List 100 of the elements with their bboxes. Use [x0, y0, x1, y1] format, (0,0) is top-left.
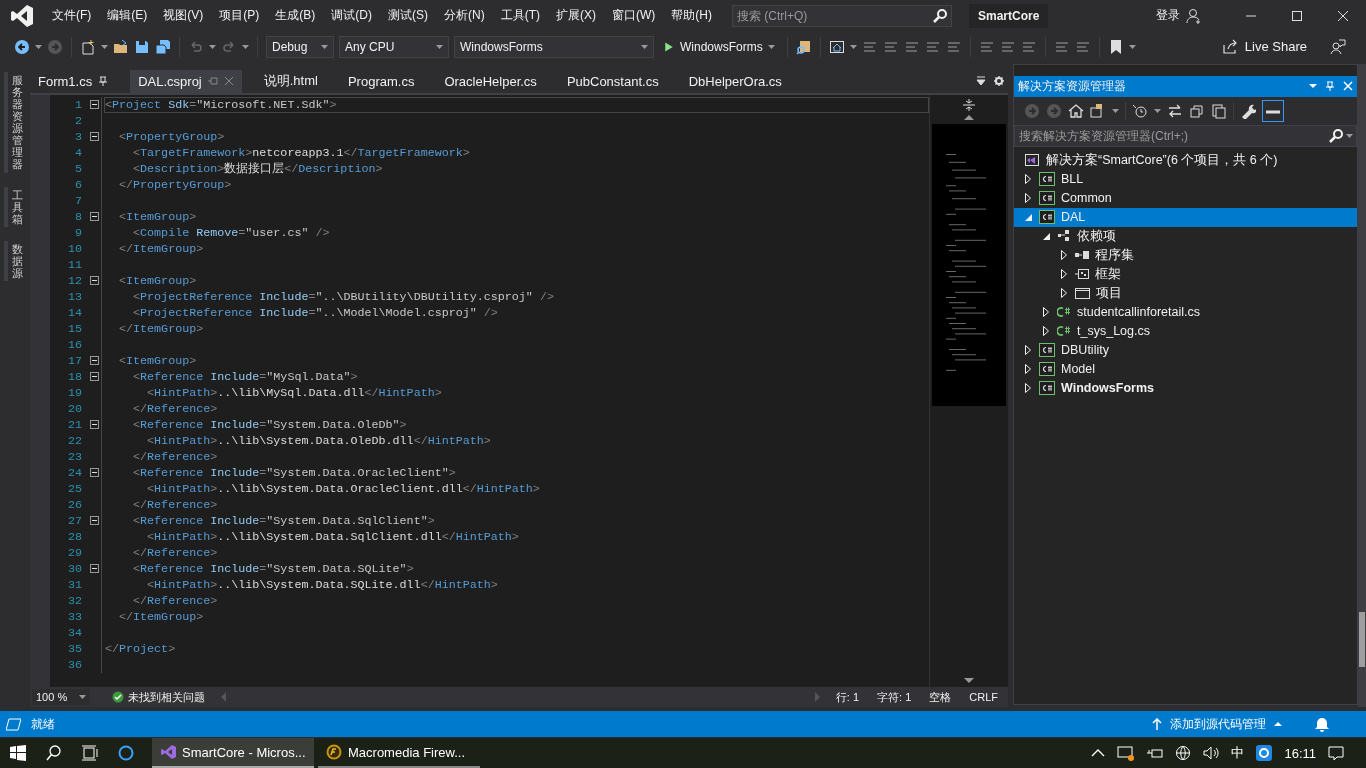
maximize-icon[interactable] [1292, 10, 1302, 21]
task-view-icon[interactable] [82, 745, 98, 761]
search-field[interactable]: 搜索解决方案资源管理器(Ctrl+;) [1014, 124, 1357, 147]
notification-bell-icon[interactable] [1314, 716, 1330, 733]
caret-icon[interactable] [242, 44, 249, 49]
collapse-icon[interactable] [90, 564, 99, 574]
menu-item[interactable]: 工具(T) [492, 7, 548, 25]
history-icon[interactable] [1132, 102, 1148, 119]
live-share-button[interactable]: Live Share [1215, 38, 1313, 55]
caret-icon[interactable] [1346, 133, 1353, 138]
tree-item[interactable]: Model [1014, 359, 1357, 379]
clock[interactable]: 16:11 [1284, 745, 1316, 761]
zoom-dropdown[interactable]: 100 % [32, 689, 90, 706]
line-indicator[interactable]: 行: 1 [835, 689, 860, 705]
display-icon[interactable] [1117, 745, 1136, 761]
speaker-icon[interactable] [1203, 745, 1220, 761]
search-icon[interactable] [46, 745, 62, 761]
scroll-up-icon[interactable] [964, 114, 974, 120]
scrollbar[interactable] [1358, 63, 1366, 708]
collapsed-arrow-icon[interactable] [1061, 269, 1068, 280]
collapse-icon[interactable] [90, 420, 99, 430]
tree-item[interactable]: DBUtility [1014, 340, 1357, 360]
wrench-icon[interactable] [1240, 102, 1256, 119]
configuration-dropdown[interactable]: Debug [266, 35, 334, 58]
folder-search-icon[interactable] [795, 38, 812, 55]
menu-item[interactable]: 生成(B) [267, 7, 324, 25]
collapsed-arrow-icon[interactable] [1061, 288, 1068, 299]
collapse-icon[interactable] [90, 132, 99, 142]
caret-icon[interactable] [101, 44, 108, 49]
chevron-up-icon[interactable] [1091, 748, 1106, 758]
tree-item[interactable]: studentcallinforetail.cs [1014, 302, 1357, 322]
sign-in-link[interactable]: 登录 [1156, 7, 1180, 25]
char-indicator[interactable]: 字符: 1 [877, 689, 912, 705]
menu-item[interactable]: 测试(S) [380, 7, 436, 25]
line-ending-indicator[interactable]: CRLF [969, 691, 998, 704]
tree-item[interactable]: BLL [1014, 169, 1357, 189]
save-icon[interactable] [134, 38, 150, 55]
input-method-indicator[interactable]: 中 [1231, 744, 1245, 762]
expanded-arrow-icon[interactable] [1043, 232, 1050, 240]
network-icon[interactable] [1175, 745, 1192, 761]
show-all-files-icon[interactable] [1211, 102, 1227, 119]
tab-list-icon[interactable] [976, 76, 986, 87]
collapsed-arrow-icon[interactable] [1025, 193, 1032, 204]
spacing-indicator[interactable]: 空格 [929, 689, 952, 705]
tree-item[interactable]: DAL [1014, 207, 1357, 227]
solution-item[interactable]: 解决方案“SmartCore”(6 个项目，共 6 个) [1014, 150, 1357, 170]
feedback-icon[interactable] [1330, 38, 1346, 55]
menu-item[interactable]: 编辑(E) [99, 7, 156, 25]
search-field[interactable]: 搜索 (Ctrl+Q) [732, 4, 952, 27]
document-tab[interactable]: Program.cs [339, 69, 423, 93]
collapsed-arrow-icon[interactable] [1025, 364, 1032, 375]
caret-icon[interactable] [35, 44, 42, 49]
collapse-all-icon[interactable] [1189, 102, 1205, 119]
tree-item[interactable]: 程序集 [1014, 245, 1357, 265]
tree-item[interactable]: 项目 [1014, 283, 1357, 303]
startup-project-dropdown[interactable]: WindowsForms [454, 35, 654, 58]
caret-icon[interactable] [849, 44, 857, 49]
browser-home-icon[interactable] [828, 38, 845, 55]
caret-icon[interactable] [1112, 108, 1119, 113]
back-icon[interactable] [14, 38, 30, 55]
document-tab[interactable]: DbHelperOra.cs [680, 69, 790, 93]
collapse-icon[interactable] [90, 372, 99, 382]
collapse-icon[interactable] [90, 212, 99, 222]
collapse-icon[interactable] [90, 100, 99, 110]
search-icon[interactable] [1328, 127, 1344, 144]
collapse-icon[interactable] [90, 516, 99, 526]
home-icon[interactable] [1068, 102, 1084, 119]
caret-icon[interactable] [1128, 44, 1136, 49]
collapsed-arrow-icon[interactable] [1025, 174, 1032, 185]
menu-item[interactable]: 窗口(W) [604, 7, 664, 25]
cortana-circle-icon[interactable] [118, 745, 134, 761]
tree-item[interactable]: 框架 [1014, 264, 1357, 284]
collapsed-arrow-icon[interactable] [1043, 307, 1050, 318]
redo-icon[interactable] [221, 38, 237, 55]
document-tab[interactable]: 说明.html [255, 69, 326, 93]
new-item-icon[interactable] [80, 38, 96, 55]
collapsed-arrow-icon[interactable] [1043, 326, 1050, 337]
windows-start-icon[interactable] [10, 745, 26, 761]
pin-icon[interactable] [98, 76, 109, 87]
sync-icon[interactable] [1167, 102, 1183, 119]
source-control-button[interactable]: 添加到源代码管理 [1152, 715, 1282, 733]
preview-toggle-icon[interactable] [1262, 99, 1284, 122]
collapsed-arrow-icon[interactable] [1025, 383, 1032, 394]
platform-dropdown[interactable]: Any CPU [339, 35, 449, 58]
collapse-icon[interactable] [90, 468, 99, 478]
collapsed-arrow-icon[interactable] [1061, 250, 1068, 261]
taskbar-app-button[interactable]: Macromedia Firew... [318, 738, 480, 768]
user-add-icon[interactable] [1186, 7, 1202, 24]
collapse-icon[interactable] [90, 356, 99, 366]
menu-item[interactable]: 项目(P) [211, 7, 268, 25]
collapse-icon[interactable] [90, 276, 99, 286]
folder-icon[interactable] [113, 38, 129, 55]
tree-item[interactable]: t_sys_Log.cs [1014, 321, 1357, 341]
settings-icon[interactable] [994, 76, 1004, 87]
menu-item[interactable]: 视图(V) [155, 7, 212, 25]
scroll-down-icon[interactable] [964, 678, 974, 684]
search-icon[interactable] [932, 7, 948, 24]
menu-item[interactable]: 帮助(H) [663, 7, 720, 25]
save-all-icon[interactable] [155, 38, 171, 55]
menu-item[interactable]: 调试(D) [323, 7, 380, 25]
